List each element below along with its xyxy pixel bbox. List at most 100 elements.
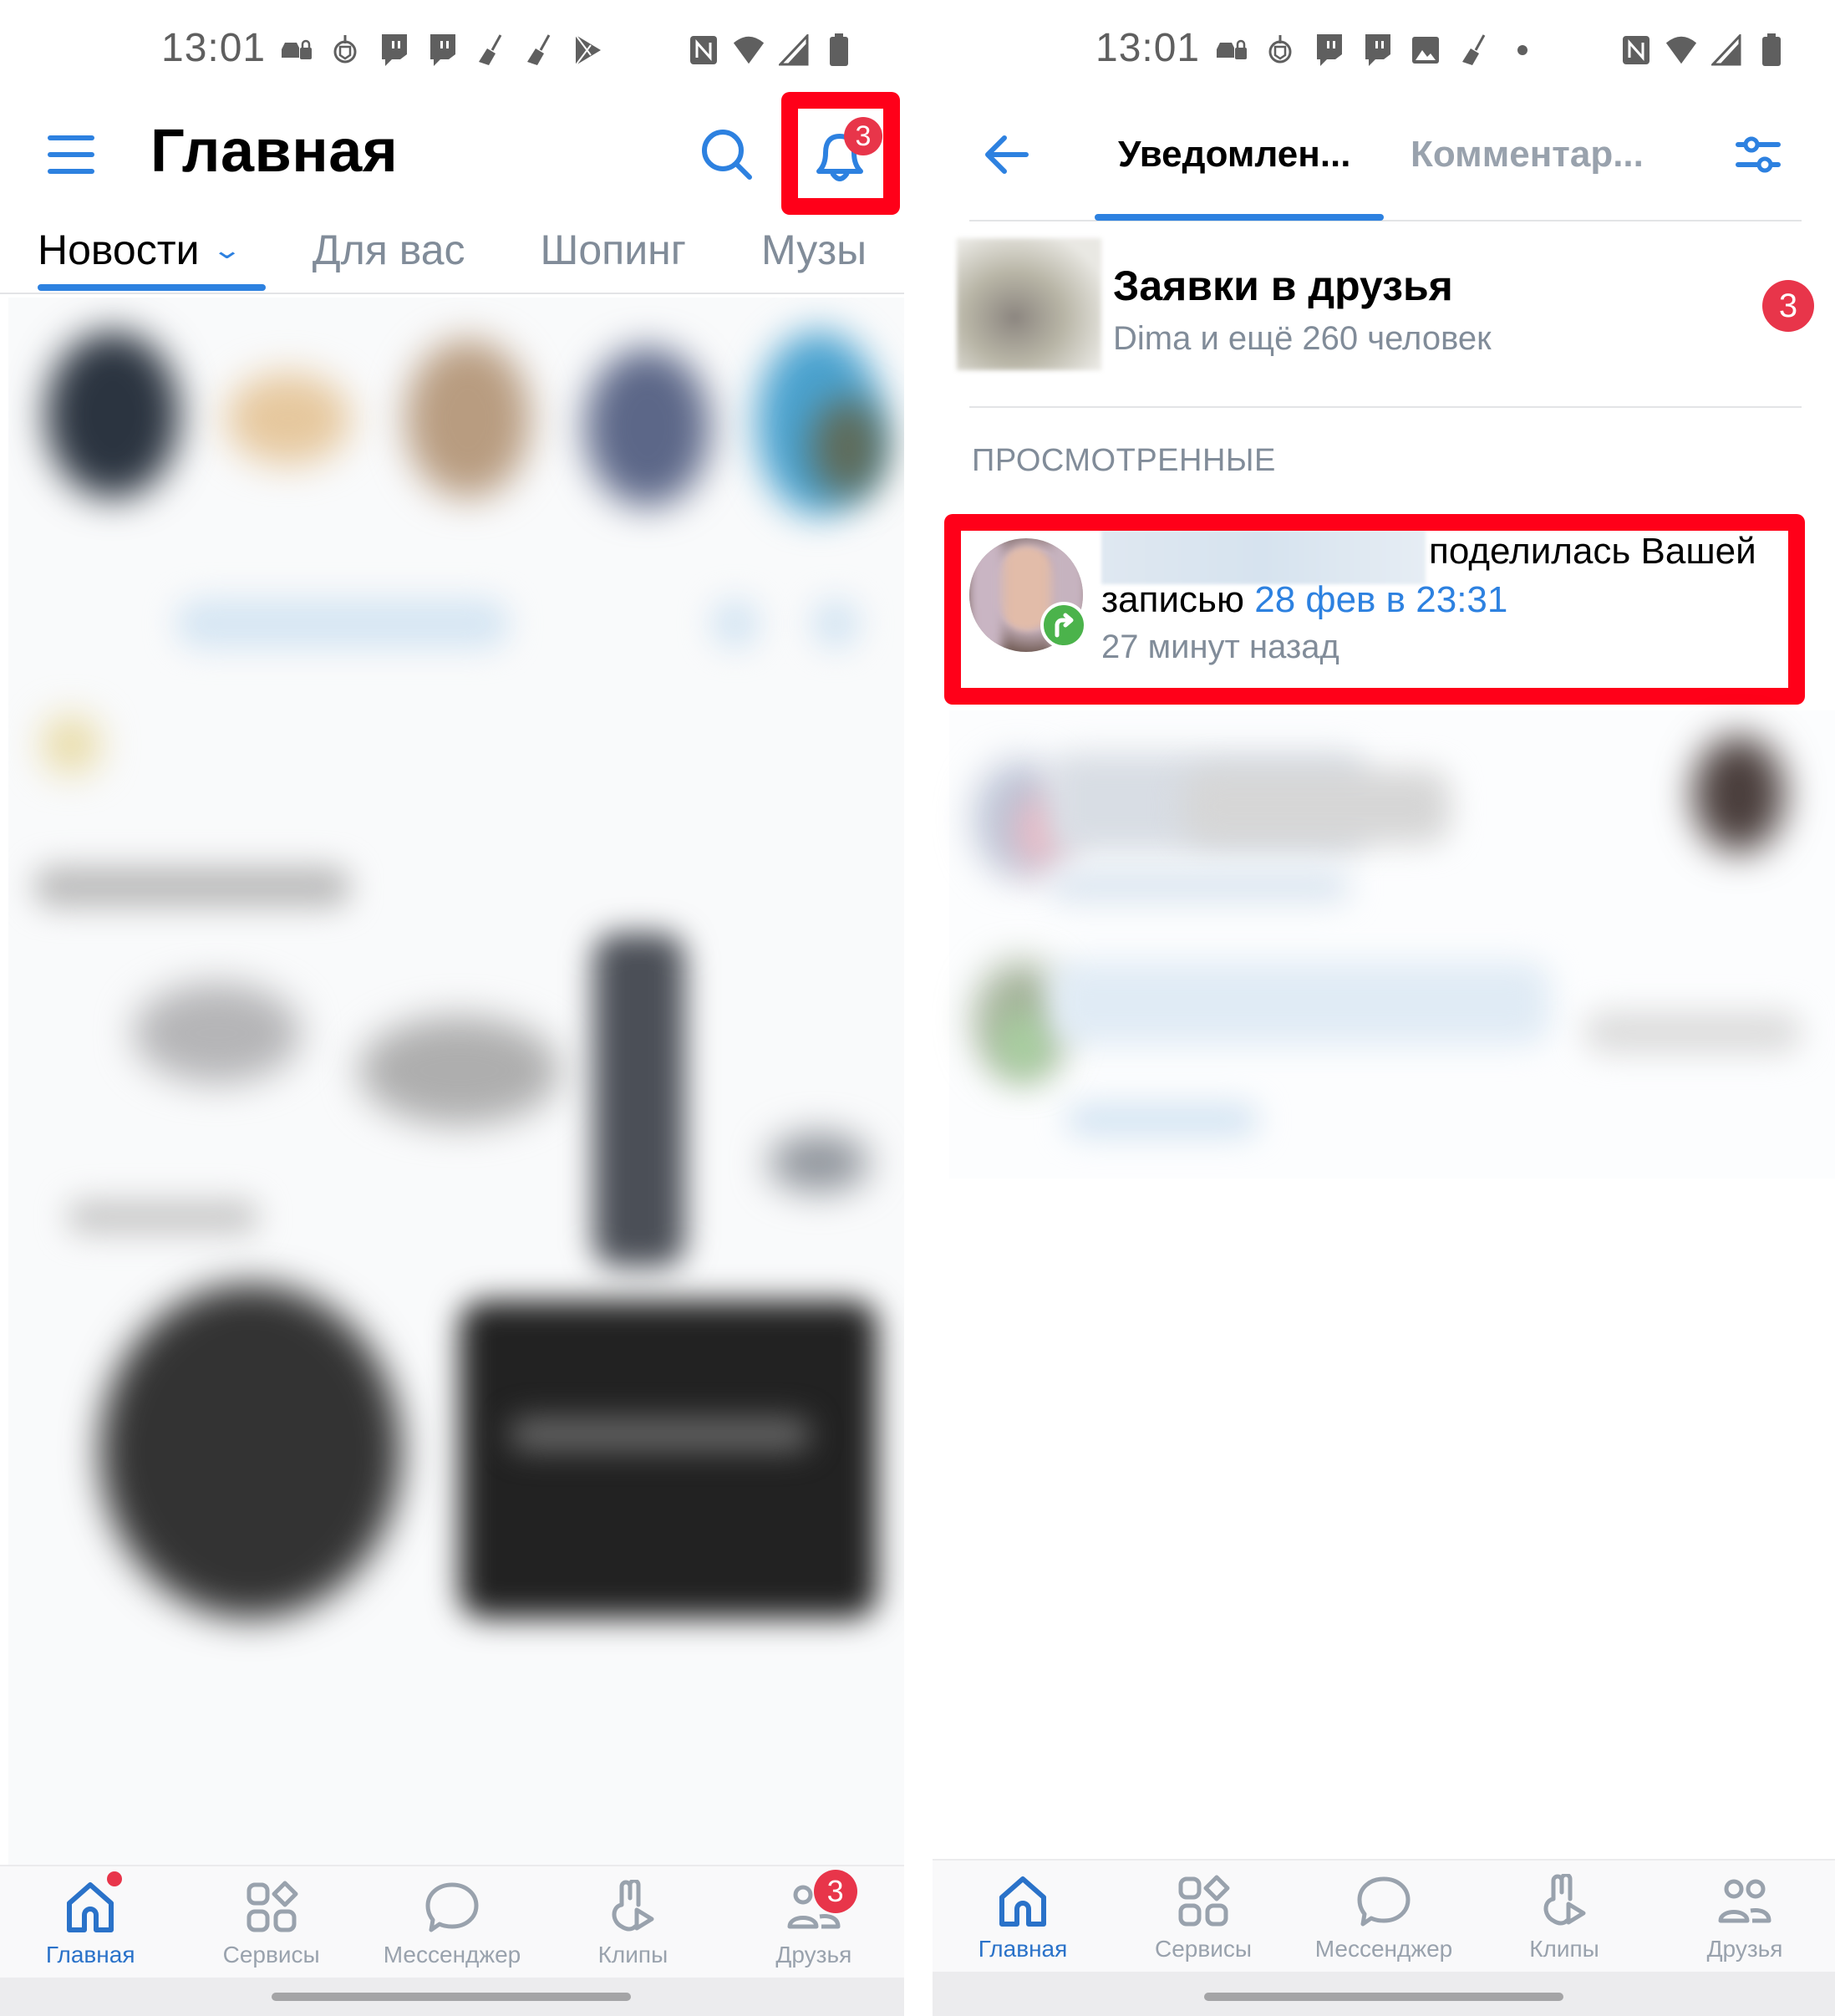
notification-text (1066, 1103, 1258, 1137)
menu-button[interactable] (48, 135, 94, 174)
broom-icon (522, 33, 556, 67)
tab-music[interactable]: Музы (761, 226, 867, 274)
story-avatar[interactable] (811, 398, 886, 498)
friend-requests-badge: 3 (1762, 280, 1814, 332)
tab-label: Музы (761, 227, 867, 273)
friends-icon (1718, 1879, 1771, 1923)
post-image[interactable] (100, 1284, 401, 1618)
news-feed[interactable] (8, 298, 904, 1865)
divider (969, 220, 1802, 221)
menu-line (48, 152, 94, 157)
notification-text (1050, 961, 1551, 1045)
tab-label: Новости (38, 227, 200, 273)
nav-services[interactable]: Сервисы (180, 1866, 361, 1978)
nav-label: Главная (45, 1942, 135, 1968)
user-name-redacted[interactable] (1101, 530, 1426, 584)
chevron-down-icon: ⌄ (211, 236, 242, 264)
gesture-area (933, 1972, 1835, 2016)
post-image[interactable] (460, 1301, 877, 1618)
broom-icon (1457, 33, 1491, 67)
gesture-handle[interactable] (272, 1993, 631, 2001)
nav-home[interactable]: Главная (933, 1861, 1113, 1972)
sliders-icon (1736, 136, 1781, 173)
messenger-icon (425, 1882, 479, 1932)
post-avatar[interactable] (42, 715, 100, 774)
story-avatar[interactable] (46, 331, 180, 498)
post-image[interactable] (134, 983, 301, 1083)
composer-icon[interactable] (710, 598, 760, 649)
notification-avatar[interactable] (999, 1011, 1050, 1078)
notifications-badge: 3 (844, 117, 882, 155)
nav-services[interactable]: Сервисы (1113, 1861, 1294, 1972)
tab-shopping[interactable]: Шопинг (541, 226, 687, 274)
composer-icon[interactable] (811, 598, 861, 649)
nav-messenger[interactable]: Мессенджер (362, 1866, 542, 1978)
friend-requests-subtitle: Dima и ещё 260 человек (1113, 320, 1492, 357)
notifications-list-blurred (949, 710, 1835, 1179)
home-icon (999, 1876, 1046, 1927)
section-header-viewed: ПРОСМОТРЕННЫЕ (972, 443, 1276, 478)
nav-clips[interactable]: Клипы (1474, 1861, 1655, 1972)
emblem-icon (1263, 33, 1297, 67)
tab-label: Шопинг (540, 227, 687, 273)
notification-action-text: поделилась Вашей (1429, 531, 1756, 572)
friend-requests-row[interactable]: Заявки в друзья Dima и ещё 260 человек 3 (957, 238, 1814, 372)
post-image[interactable] (769, 1133, 869, 1192)
notification-text (1584, 1011, 1802, 1053)
page-title: Главная (150, 118, 399, 185)
active-tab-indicator (1095, 214, 1384, 221)
tab-news[interactable]: Новости ⌄ (38, 226, 242, 274)
post-link[interactable]: 28 фев в 23:31 (1254, 579, 1507, 620)
notifications-button[interactable]: 3 (811, 117, 882, 191)
post-image[interactable] (593, 933, 685, 1267)
nav-messenger[interactable]: Мессенджер (1294, 1861, 1474, 1972)
system-status-icons (1619, 33, 1788, 67)
friend-requests-avatar (957, 238, 1101, 370)
notification-text (1050, 869, 1350, 903)
car-lock-icon (280, 33, 313, 67)
post-input[interactable] (175, 598, 510, 649)
post-text (33, 866, 351, 908)
twitch-icon (425, 33, 459, 67)
search-button[interactable] (698, 125, 756, 184)
story-avatar[interactable] (226, 373, 351, 465)
signal-icon (777, 33, 811, 67)
twitch-icon (377, 33, 410, 67)
notification-object-line: записью 28 фев в 23:31 (1101, 579, 1507, 621)
emblem-icon (328, 33, 362, 67)
notification-time: 27 минут назад (1101, 629, 1339, 665)
gesture-handle[interactable] (1204, 1993, 1563, 2001)
nav-home[interactable]: Главная (0, 1866, 180, 1978)
tab-for-you[interactable]: Для вас (313, 226, 465, 274)
tab-comments[interactable]: Комментар... (1411, 134, 1644, 176)
nav-label: Сервисы (1154, 1936, 1252, 1962)
story-avatar[interactable] (585, 348, 710, 507)
nav-friends[interactable]: 3 Друзья (724, 1866, 904, 1978)
story-avatar[interactable] (405, 339, 531, 498)
nav-label: Клипы (1529, 1936, 1599, 1962)
image-icon (1409, 33, 1442, 67)
home-screen: 13:01 Главная 3 Новости ⌄ Для вас Шопинг… (0, 0, 904, 2016)
tab-notifications[interactable]: Уведомлен... (1118, 134, 1351, 176)
notification-thumbnail[interactable] (1693, 736, 1785, 853)
post-image[interactable] (359, 1016, 560, 1125)
notification-icons (1215, 33, 1539, 67)
settings-button[interactable] (1735, 134, 1782, 176)
nav-label: Друзья (775, 1942, 852, 1968)
twitch-icon (1360, 33, 1394, 67)
clips-icon (1543, 1874, 1586, 1926)
nav-clips[interactable]: Клипы (542, 1866, 723, 1978)
back-button[interactable] (983, 130, 1033, 180)
divider (969, 406, 1802, 408)
clips-icon (612, 1880, 654, 1932)
nav-label: Клипы (597, 1942, 668, 1968)
search-icon (702, 130, 752, 180)
post-text (67, 1200, 259, 1234)
nav-label: Сервисы (222, 1942, 320, 1968)
nav-label: Мессенджер (1314, 1936, 1453, 1962)
nav-friends[interactable]: Друзья (1655, 1861, 1835, 1972)
battery-icon (822, 33, 856, 67)
notification-item[interactable]: поделилась Вашей записью 28 фев в 23:31 … (944, 514, 1805, 705)
active-tab-indicator (38, 284, 266, 291)
car-lock-icon (1215, 33, 1248, 67)
